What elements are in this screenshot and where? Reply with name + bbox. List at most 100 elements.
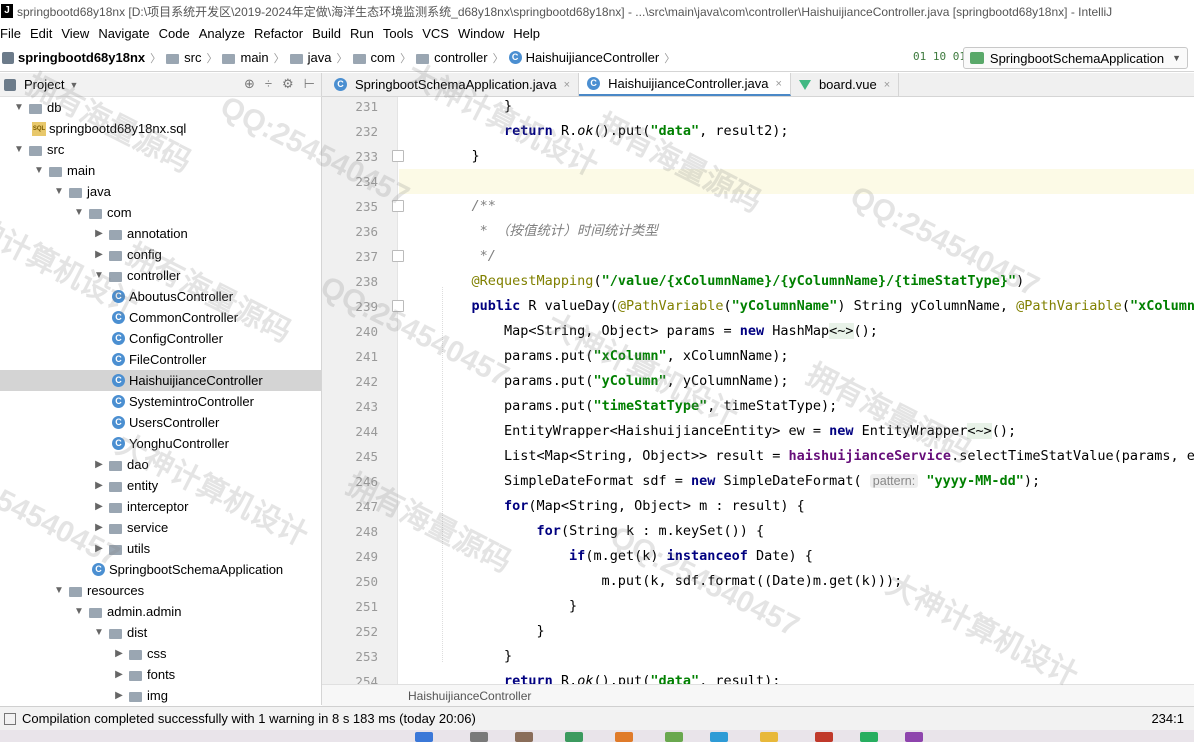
menu-run[interactable]: Run bbox=[350, 26, 374, 41]
line-number[interactable]: 241 bbox=[322, 344, 378, 369]
code-line[interactable]: public R valueDay(@PathVariable("yColumn… bbox=[439, 294, 1194, 319]
breadcrumb-item[interactable]: main 〉 bbox=[222, 50, 289, 66]
code-line[interactable]: Map<String, Object> params = new HashMap… bbox=[439, 319, 878, 344]
line-number[interactable]: 233 bbox=[322, 144, 378, 169]
chevron-down-icon[interactable]: ▼ bbox=[52, 186, 66, 197]
taskbar-app-icon[interactable] bbox=[565, 732, 583, 742]
chevron-down-icon[interactable]: ▼ bbox=[92, 270, 106, 281]
taskbar-app-icon[interactable] bbox=[615, 732, 633, 742]
run-configuration-select[interactable]: SpringbootSchemaApplication ▼ bbox=[962, 47, 1188, 69]
chevron-down-icon[interactable]: ▼ bbox=[72, 207, 86, 218]
tree-item[interactable]: C SpringbootSchemaApplication bbox=[0, 559, 321, 580]
line-number[interactable]: 244 bbox=[322, 419, 378, 444]
menu-vcs[interactable]: VCS bbox=[422, 26, 449, 41]
taskbar-app-icon[interactable] bbox=[860, 732, 878, 742]
menu-file[interactable]: File bbox=[0, 26, 21, 41]
line-number[interactable]: 252 bbox=[322, 619, 378, 644]
collapse-all-icon[interactable]: ÷ bbox=[265, 76, 272, 92]
line-number[interactable]: 239 bbox=[322, 294, 378, 319]
chevron-down-icon[interactable]: ▼ bbox=[32, 165, 46, 176]
tree-item[interactable]: ▶ dao bbox=[0, 454, 321, 475]
menu-tools[interactable]: Tools bbox=[383, 26, 413, 41]
caret-position[interactable]: 234:1 bbox=[1151, 711, 1184, 726]
tree-item[interactable]: C CommonController bbox=[0, 307, 321, 328]
code-line[interactable]: @RequestMapping("/value/{xColumnName}/{y… bbox=[439, 269, 1025, 294]
code-line[interactable]: EntityWrapper<HaishuijianceEntity> ew = … bbox=[439, 419, 1016, 444]
menu-build[interactable]: Build bbox=[312, 26, 341, 41]
close-icon[interactable]: × bbox=[776, 78, 782, 90]
tree-item[interactable]: C HaishuijianceController bbox=[0, 370, 321, 391]
tree-item[interactable]: ▼ com bbox=[0, 202, 321, 223]
chevron-down-icon[interactable]: ▼ bbox=[72, 606, 86, 617]
tree-item[interactable]: ▼ controller bbox=[0, 265, 321, 286]
taskbar-app-icon[interactable] bbox=[515, 732, 533, 742]
chevron-right-icon[interactable]: ▶ bbox=[92, 459, 106, 470]
menu-edit[interactable]: Edit bbox=[30, 26, 52, 41]
tree-item[interactable]: C ConfigController bbox=[0, 328, 321, 349]
gear-icon[interactable]: ⚙ bbox=[282, 76, 294, 92]
code-line[interactable]: params.put("xColumn", xColumnName); bbox=[439, 344, 789, 369]
line-number[interactable]: 254 bbox=[322, 669, 378, 684]
project-panel-title[interactable]: Project bbox=[24, 77, 64, 92]
line-number[interactable]: 237 bbox=[322, 244, 378, 269]
code-line[interactable]: } bbox=[439, 644, 512, 669]
chevron-down-icon[interactable]: ▼ bbox=[69, 80, 78, 90]
taskbar-app-icon[interactable] bbox=[710, 732, 728, 742]
tree-item[interactable]: ▼ main bbox=[0, 160, 321, 181]
line-number[interactable]: 236 bbox=[322, 219, 378, 244]
tree-item[interactable]: C SystemintroController bbox=[0, 391, 321, 412]
code-line[interactable]: return R.ok().put("data", result); bbox=[439, 669, 780, 684]
close-icon[interactable]: × bbox=[564, 79, 570, 91]
line-number[interactable]: 235 bbox=[322, 194, 378, 219]
tree-item[interactable]: ▶ service bbox=[0, 517, 321, 538]
tree-item[interactable]: C YonghuController bbox=[0, 433, 321, 454]
code-line[interactable]: /** bbox=[439, 194, 496, 219]
menu-refactor[interactable]: Refactor bbox=[254, 26, 303, 41]
editor-tab[interactable]: C HaishuijianceController.java × bbox=[579, 73, 791, 96]
close-icon[interactable]: × bbox=[884, 79, 890, 91]
locate-icon[interactable]: ⊕ bbox=[244, 76, 255, 92]
breadcrumb-item[interactable]: java 〉 bbox=[289, 50, 353, 66]
tree-item[interactable]: ▶ entity bbox=[0, 475, 321, 496]
line-number[interactable]: 250 bbox=[322, 569, 378, 594]
taskbar-app-icon[interactable] bbox=[815, 732, 833, 742]
tree-item[interactable]: C AboutusController bbox=[0, 286, 321, 307]
tree-item[interactable]: ▼ db bbox=[0, 97, 321, 118]
fold-marker-icon[interactable] bbox=[392, 250, 404, 262]
tree-item[interactable]: ▶ img bbox=[0, 685, 321, 705]
code-line[interactable]: * （按值统计）时间统计类型 bbox=[439, 219, 658, 244]
taskbar-app-icon[interactable] bbox=[665, 732, 683, 742]
code-line[interactable]: if(m.get(k) instanceof Date) { bbox=[439, 544, 813, 569]
code-line[interactable]: SimpleDateFormat sdf = new SimpleDateFor… bbox=[439, 469, 1040, 494]
editor-breadcrumb[interactable]: HaishuijianceController bbox=[322, 684, 1194, 706]
fold-marker-icon[interactable] bbox=[392, 150, 404, 162]
menu-window[interactable]: Window bbox=[458, 26, 504, 41]
code-line[interactable]: } bbox=[439, 144, 480, 169]
code-editor[interactable]: 231 232 233 234 235 236 237 238 239 240 241 242 243 2… bbox=[322, 97, 1194, 684]
tree-item[interactable]: ▼ java bbox=[0, 181, 321, 202]
tree-item[interactable]: ▶ css bbox=[0, 643, 321, 664]
line-number[interactable]: 238 bbox=[322, 269, 378, 294]
chevron-right-icon[interactable]: ▶ bbox=[112, 648, 126, 659]
line-number[interactable]: 248 bbox=[322, 519, 378, 544]
toggle-tool-windows-icon[interactable] bbox=[4, 712, 16, 725]
line-number[interactable]: 253 bbox=[322, 644, 378, 669]
code-line[interactable]: } bbox=[439, 594, 577, 619]
tree-item[interactable]: ▶ interceptor bbox=[0, 496, 321, 517]
line-number[interactable]: 251 bbox=[322, 594, 378, 619]
chevron-right-icon[interactable]: ▶ bbox=[112, 690, 126, 701]
code-line[interactable]: params.put("yColumn", yColumnName); bbox=[439, 369, 789, 394]
line-number[interactable]: 240 bbox=[322, 319, 378, 344]
taskbar-app-icon[interactable] bbox=[905, 732, 923, 742]
editor-tab[interactable]: C SpringbootSchemaApplication.java × bbox=[322, 73, 580, 96]
line-number[interactable]: 247 bbox=[322, 494, 378, 519]
tree-item[interactable]: C FileController bbox=[0, 349, 321, 370]
editor-tab[interactable]: board.vue × bbox=[791, 73, 900, 96]
chevron-right-icon[interactable]: ▶ bbox=[92, 480, 106, 491]
code-line[interactable]: for(String k : m.keySet()) { bbox=[439, 519, 765, 544]
code-line[interactable]: params.put("timeStatType", timeStatType)… bbox=[439, 394, 837, 419]
chevron-down-icon[interactable]: ▼ bbox=[12, 144, 26, 155]
line-number[interactable]: 249 bbox=[322, 544, 378, 569]
tree-item[interactable]: ▶ fonts bbox=[0, 664, 321, 685]
chevron-right-icon[interactable]: ▶ bbox=[92, 543, 106, 554]
